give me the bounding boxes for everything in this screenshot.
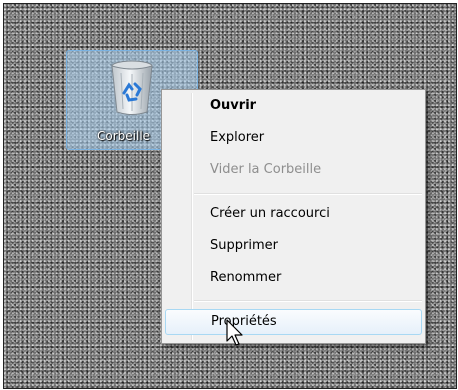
menu-item-open[interactable]: Ouvrir	[165, 93, 422, 119]
recycle-bin-label: Corbeille	[97, 129, 151, 143]
menu-item-rename[interactable]: Renommer	[165, 265, 422, 291]
menu-item-create-shortcut[interactable]: Créer un raccourci	[165, 201, 422, 227]
menu-item-properties[interactable]: Propriétés	[165, 309, 422, 335]
menu-item-empty-recycle-bin: Vider la Corbeille	[210, 162, 322, 177]
menu-separator	[194, 300, 422, 302]
menu-item-delete[interactable]: Supprimer	[165, 233, 422, 259]
recycle-bin-icon	[111, 60, 153, 115]
menu-item-explore[interactable]: Explorer	[165, 125, 422, 151]
mouse-pointer-icon	[226, 319, 243, 346]
context-menu: Ouvrir Explorer Vider la Corbeille Créer…	[161, 89, 426, 344]
desktop[interactable]: Corbeille Ouvrir Explorer Vider la Corbe…	[3, 3, 457, 389]
menu-separator	[194, 193, 422, 195]
